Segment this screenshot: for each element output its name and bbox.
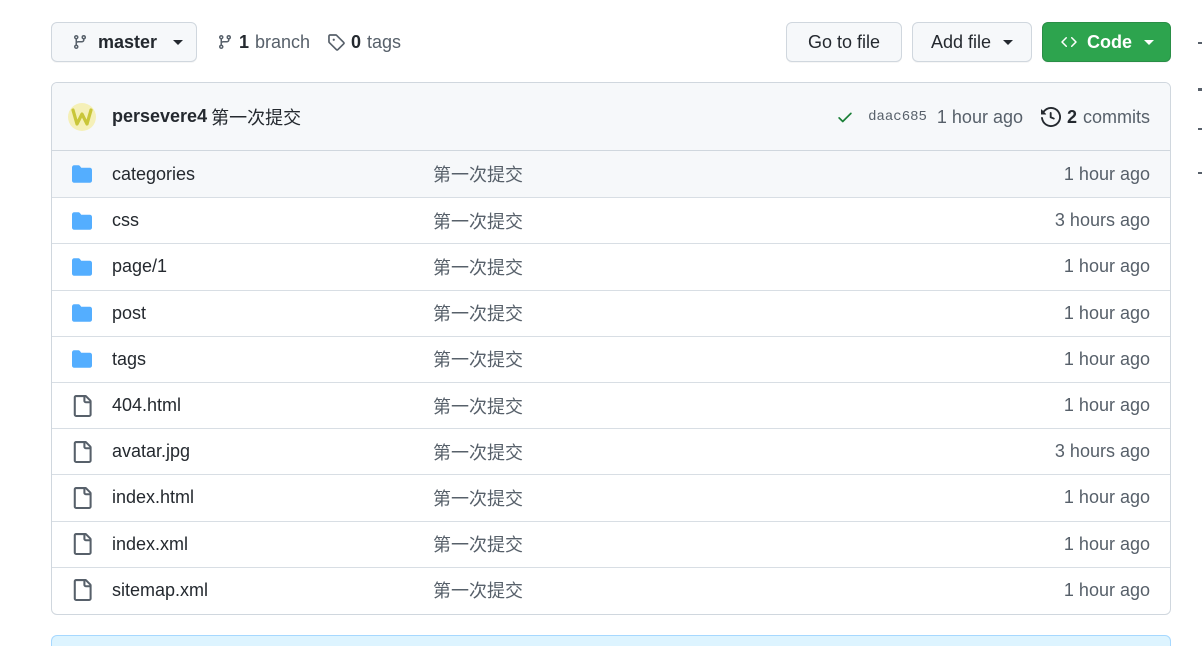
caret-down-icon: [1003, 39, 1014, 45]
author-avatar[interactable]: [68, 102, 96, 131]
file-name-link[interactable]: index.xml: [112, 534, 188, 555]
file-name-link[interactable]: page/1: [112, 256, 167, 277]
file-commit-age: 1 hour ago: [1063, 487, 1150, 508]
file-commit-age: 1 hour ago: [1063, 256, 1150, 277]
file-name-link[interactable]: categories: [112, 164, 195, 185]
file-icon: [71, 486, 93, 509]
file-name-link[interactable]: sitemap.xml: [112, 580, 208, 601]
file-row[interactable]: sitemap.xml 第一次提交 1 hour ago: [52, 566, 1170, 613]
file-row[interactable]: avatar.jpg 第一次提交 3 hours ago: [52, 428, 1170, 474]
file-commit-age: 3 hours ago: [1054, 210, 1150, 231]
latest-commit-bar: persevere4 第一次提交 daac685 1 hour ago 2 co…: [52, 83, 1170, 151]
file-commit-age: 1 hour ago: [1063, 579, 1150, 600]
file-row[interactable]: css 第一次提交 3 hours ago: [52, 197, 1170, 243]
folder-icon: [71, 303, 93, 323]
file-commit-age: 1 hour ago: [1063, 348, 1150, 369]
file-commit-message[interactable]: 第一次提交: [433, 577, 523, 603]
file-commit-age: 1 hour ago: [1063, 163, 1150, 184]
branches-link[interactable]: 1 branch: [217, 22, 310, 62]
add-file-button[interactable]: Add file: [912, 22, 1032, 62]
repo-toolbar: master 1 branch 0 tags Go to file Add fi…: [51, 22, 1171, 62]
commit-author[interactable]: persevere4: [112, 106, 207, 127]
file-rows: categories 第一次提交 1 hour ago css 第一次提交 3 hours…: [52, 151, 1170, 613]
file-commit-message[interactable]: 第一次提交: [433, 300, 523, 326]
file-row[interactable]: categories 第一次提交 1 hour ago: [52, 151, 1170, 198]
file-icon: [71, 533, 93, 556]
branch-label: branch: [255, 31, 311, 52]
commit-message[interactable]: 第一次提交: [211, 104, 301, 130]
file-commit-message[interactable]: 第一次提交: [433, 254, 523, 280]
commit-count: 2: [1066, 106, 1077, 127]
file-name-link[interactable]: index.html: [112, 487, 194, 508]
file-name-link[interactable]: css: [112, 210, 139, 231]
tag-count: 0: [351, 31, 362, 52]
folder-icon: [71, 211, 93, 231]
file-list-box: persevere4 第一次提交 daac685 1 hour ago 2 co…: [51, 82, 1171, 615]
file-icon: [71, 440, 93, 463]
commits-link[interactable]: 2 commits: [1040, 106, 1150, 128]
commit-label: commits: [1083, 106, 1150, 127]
offscreen-fragment: [1198, 88, 1202, 91]
file-name-link[interactable]: 404.html: [112, 395, 181, 416]
file-commit-message[interactable]: 第一次提交: [433, 485, 523, 511]
file-row[interactable]: 404.html 第一次提交 1 hour ago: [52, 381, 1170, 428]
history-icon: [1040, 107, 1061, 127]
code-icon: [1059, 34, 1079, 50]
offscreen-fragment: [1198, 128, 1202, 130]
file-name-link[interactable]: tags: [112, 349, 146, 370]
file-icon: [71, 394, 93, 417]
file-commit-age: 3 hours ago: [1054, 441, 1150, 462]
add-file-label: Add file: [930, 31, 992, 52]
check-icon[interactable]: [836, 108, 854, 126]
folder-icon: [71, 164, 93, 184]
offscreen-fragment: [1198, 42, 1202, 44]
branch-name: master: [98, 31, 158, 52]
file-commit-message[interactable]: 第一次提交: [433, 346, 523, 372]
tags-link[interactable]: 0 tags: [327, 22, 401, 62]
folder-icon: [71, 349, 93, 369]
tag-icon: [327, 33, 345, 51]
caret-down-icon: [173, 39, 184, 45]
file-commit-message[interactable]: 第一次提交: [433, 531, 523, 557]
go-to-file-button[interactable]: Go to file: [786, 22, 902, 62]
offscreen-fragment: [1198, 172, 1202, 174]
file-row[interactable]: index.xml 第一次提交 1 hour ago: [52, 520, 1170, 567]
file-name-link[interactable]: avatar.jpg: [112, 441, 190, 462]
commit-time: 1 hour ago: [936, 106, 1023, 127]
branch-select-button[interactable]: master: [51, 22, 197, 62]
file-name-link[interactable]: post: [112, 303, 146, 324]
caret-down-icon: [1144, 39, 1154, 45]
file-commit-message[interactable]: 第一次提交: [433, 439, 523, 465]
commit-meta: daac685 1 hour ago 2 commits: [836, 83, 1150, 151]
file-commit-age: 1 hour ago: [1063, 395, 1150, 416]
branch-count: 1: [239, 31, 250, 52]
file-commit-message[interactable]: 第一次提交: [433, 393, 523, 419]
file-row[interactable]: index.html 第一次提交 1 hour ago: [52, 474, 1170, 520]
file-row[interactable]: post 第一次提交 1 hour ago: [52, 289, 1170, 336]
commit-sha[interactable]: daac685: [868, 109, 927, 125]
file-row[interactable]: tags 第一次提交 1 hour ago: [52, 335, 1170, 382]
readme-banner: [51, 635, 1171, 646]
git-branch-icon: [72, 34, 88, 50]
go-to-file-label: Go to file: [807, 31, 881, 52]
file-commit-age: 1 hour ago: [1063, 302, 1150, 323]
git-branch-icon: [217, 34, 233, 50]
file-commit-message[interactable]: 第一次提交: [433, 208, 523, 234]
file-row[interactable]: page/1 第一次提交 1 hour ago: [52, 243, 1170, 289]
tag-label: tags: [367, 31, 402, 52]
file-icon: [71, 579, 93, 602]
folder-icon: [71, 257, 93, 277]
code-button[interactable]: Code: [1042, 22, 1171, 62]
code-label: Code: [1087, 31, 1132, 52]
file-commit-message[interactable]: 第一次提交: [433, 161, 523, 187]
file-commit-age: 1 hour ago: [1063, 533, 1150, 554]
